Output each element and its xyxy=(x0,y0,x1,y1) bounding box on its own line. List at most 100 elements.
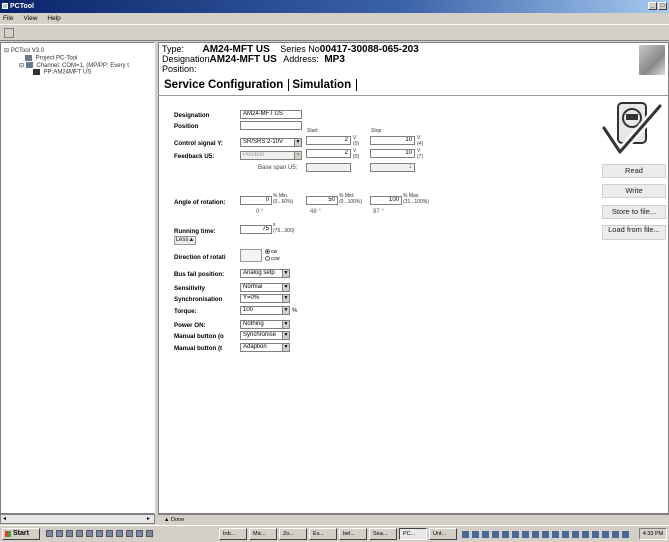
taskbar-item[interactable]: Zo... xyxy=(279,528,307,540)
tray-icon[interactable] xyxy=(572,531,579,538)
menu-file[interactable]: File xyxy=(3,15,13,22)
quicklaunch-icon[interactable] xyxy=(66,530,73,537)
quicklaunch-icon[interactable] xyxy=(116,530,123,537)
scroll-left-icon[interactable]: ◂ xyxy=(3,515,6,522)
tray-icon[interactable] xyxy=(482,531,489,538)
quicklaunch-icon[interactable] xyxy=(126,530,133,537)
tree-item-root[interactable]: ⊟ PCTool V3.0 xyxy=(4,47,44,54)
quicklaunch-icon[interactable] xyxy=(56,530,63,537)
menu-view[interactable]: View xyxy=(23,15,37,22)
minimize-button[interactable]: _ xyxy=(648,2,657,10)
quicklaunch-icon[interactable] xyxy=(136,530,143,537)
manual-button2-select[interactable]: Adaption ▼ xyxy=(240,343,290,352)
radio-ccw[interactable] xyxy=(265,256,270,262)
expand-icon[interactable]: ⊟ xyxy=(4,48,9,54)
tray-icon[interactable] xyxy=(492,531,499,538)
manual-button1-select[interactable]: Synchronise ▼ xyxy=(240,331,290,340)
menu-help[interactable]: Help xyxy=(47,15,60,22)
tray-icon[interactable] xyxy=(592,531,599,538)
store-to-file-button[interactable]: Store to file... xyxy=(602,205,666,219)
chevron-down-icon[interactable]: ▼ xyxy=(282,270,289,277)
tab-service[interactable]: Service xyxy=(164,79,205,91)
load-from-file-button[interactable]: Load from file... xyxy=(602,225,666,240)
angle-mid-input[interactable]: 50 xyxy=(306,196,338,205)
torque-select[interactable]: 100 ▼ xyxy=(240,306,290,315)
collapse-icon[interactable]: ⊟ xyxy=(19,63,24,69)
tray-icon[interactable] xyxy=(462,531,469,538)
tree-horizontal-scrollbar[interactable]: ◂ ▸ xyxy=(0,514,155,524)
manual-button2-label: Manual button (t xyxy=(174,345,223,352)
radio-cw[interactable] xyxy=(265,249,270,255)
quicklaunch-icon[interactable] xyxy=(106,530,113,537)
feedback-stop-input[interactable]: 10 xyxy=(370,149,415,158)
chevron-down-icon[interactable]: ▼ xyxy=(282,332,289,339)
bus-fail-select[interactable]: Analog setp ▼ xyxy=(240,269,290,278)
scroll-right-icon[interactable]: ▸ xyxy=(147,515,150,522)
taskbar-item[interactable]: Unt... xyxy=(429,528,457,540)
quicklaunch-icon[interactable] xyxy=(46,530,53,537)
taskbar-item[interactable]: Mic... xyxy=(249,528,277,540)
chevron-down-icon[interactable]: ▼ xyxy=(282,321,289,328)
tree-item-device[interactable]: PP:AM24MFT US xyxy=(33,69,91,76)
control-signal-select[interactable]: SR/SRS 2-10V ▼ xyxy=(240,138,302,147)
taskbar-item[interactable]: Inb... xyxy=(219,528,247,540)
read-button[interactable]: Read xyxy=(602,164,666,178)
tab-configuration[interactable]: Configuration xyxy=(208,79,283,91)
menu-bar: File View Help xyxy=(0,13,669,24)
taskbar-item-active[interactable]: PC... xyxy=(399,528,427,540)
tray-icon[interactable] xyxy=(522,531,529,538)
tray-icon[interactable] xyxy=(532,531,539,538)
taskbar-item[interactable]: Sea... xyxy=(369,528,397,540)
tray-icon[interactable] xyxy=(562,531,569,538)
tray-icon[interactable] xyxy=(512,531,519,538)
chevron-down-icon[interactable]: ▼ xyxy=(282,307,289,314)
quicklaunch-icon[interactable] xyxy=(96,530,103,537)
chevron-down-icon[interactable]: ▼ xyxy=(282,284,289,291)
project-tree: ⊟ PCTool V3.0 Project PC-Tool ⊟ Channel:… xyxy=(0,42,155,514)
tray-icon[interactable] xyxy=(582,531,589,538)
tray-icon[interactable] xyxy=(542,531,549,538)
tab-separator-end xyxy=(356,79,358,91)
direction-ccw-option[interactable]: ccw xyxy=(265,256,280,262)
taskbar-item[interactable]: bel... xyxy=(339,528,367,540)
control-start-input[interactable]: 2 xyxy=(306,136,351,145)
write-button[interactable]: Write xyxy=(602,184,666,198)
quicklaunch-icon[interactable] xyxy=(86,530,93,537)
position-input[interactable] xyxy=(240,121,302,130)
tab-separator xyxy=(288,79,290,91)
feedback-select[interactable]: Position ▼ xyxy=(240,151,302,160)
tree-item-project[interactable]: Project PC-Tool xyxy=(25,55,77,62)
chevron-down-icon[interactable]: ▼ xyxy=(294,152,301,159)
taskbar-item[interactable]: Ev... xyxy=(309,528,337,540)
tray-icon[interactable] xyxy=(502,531,509,538)
chevron-down-icon[interactable]: ▼ xyxy=(294,139,301,146)
angle-min-input[interactable]: 0 xyxy=(240,196,272,205)
manual-button1-label: Manual button (o xyxy=(174,333,224,340)
angle-max-input[interactable]: 100 xyxy=(370,196,402,205)
title-bar: PCTool _ □ xyxy=(0,0,669,13)
maximize-button[interactable]: □ xyxy=(658,2,667,10)
designation-input[interactable]: AM24-MFT US xyxy=(240,110,302,119)
less-button[interactable]: Less▲ xyxy=(174,236,196,245)
running-time-input[interactable]: 75 xyxy=(240,225,272,234)
power-on-select[interactable]: Nothing ▼ xyxy=(240,320,290,329)
tray-icon[interactable] xyxy=(612,531,619,538)
quicklaunch-icon[interactable] xyxy=(76,530,83,537)
chevron-down-icon[interactable]: ▼ xyxy=(282,295,289,302)
synchronisation-select[interactable]: Y=0% ▼ xyxy=(240,294,290,303)
tray-icon[interactable] xyxy=(472,531,479,538)
tree-item-channel[interactable]: ⊟ Channel: COM=1, (MP/PP: Every t xyxy=(19,62,129,69)
start-button[interactable]: Start xyxy=(2,528,40,540)
tab-simulation[interactable]: Simulation xyxy=(292,79,351,91)
sensitivity-select[interactable]: Normal ▼ xyxy=(240,283,290,292)
quicklaunch-icon[interactable] xyxy=(146,530,153,537)
tray-icon[interactable] xyxy=(552,531,559,538)
control-stop-input[interactable]: 10 xyxy=(370,136,415,145)
start-label: Start xyxy=(13,530,29,537)
toolbar-button[interactable] xyxy=(4,28,14,38)
direction-cw-option[interactable]: cw xyxy=(265,249,277,255)
chevron-down-icon[interactable]: ▼ xyxy=(282,344,289,351)
feedback-start-input[interactable]: 2 xyxy=(306,149,351,158)
tray-icon[interactable] xyxy=(622,531,629,538)
tray-icon[interactable] xyxy=(602,531,609,538)
